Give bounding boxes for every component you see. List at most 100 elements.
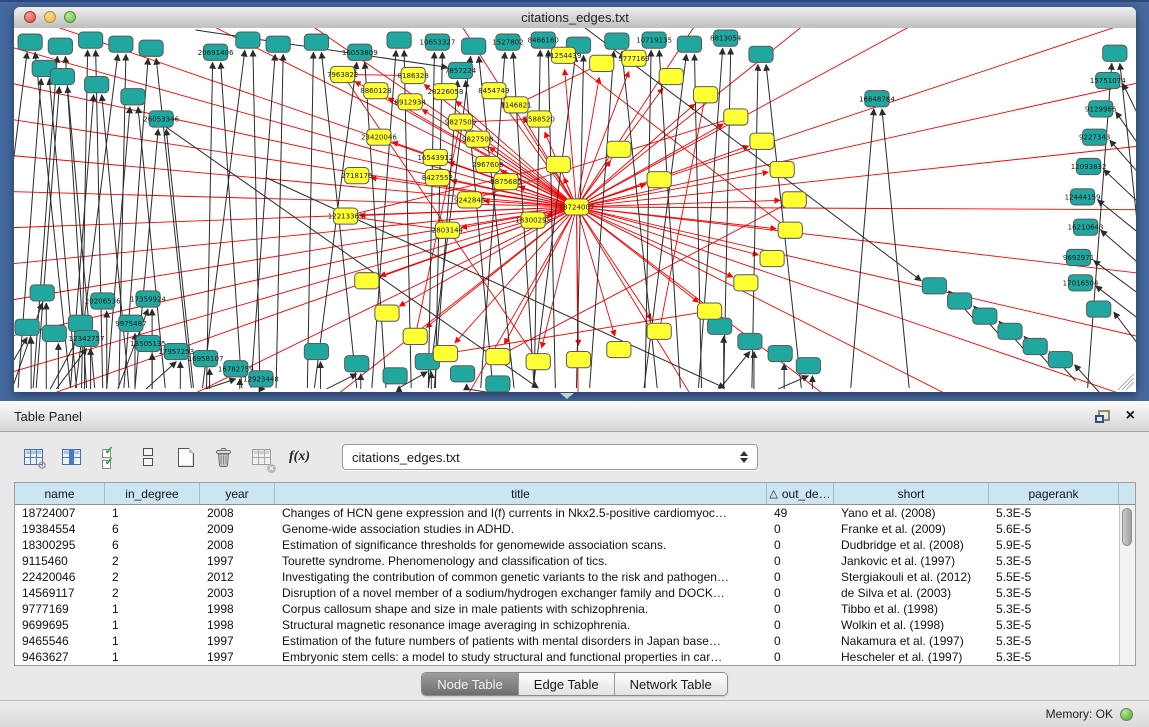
table-cell-title[interactable]: Tourette syndrome. Phenomenology and cla… xyxy=(275,553,767,569)
graph-node[interactable] xyxy=(768,345,792,361)
table-cell-title[interactable]: Changes of HCN gene expression and I(f) … xyxy=(275,505,767,521)
graph-node[interactable] xyxy=(750,133,774,149)
network-view-window[interactable]: citations_edges.txt 20691406160538091065… xyxy=(14,7,1136,392)
column-header-short[interactable]: short xyxy=(834,483,989,504)
graph-node[interactable] xyxy=(42,325,66,341)
graph-node[interactable] xyxy=(526,354,550,370)
table-cell-short[interactable]: Jankovic et al. (1997) xyxy=(834,553,989,569)
graph-edge[interactable] xyxy=(36,87,59,388)
table-cell-year[interactable]: 1998 xyxy=(200,617,275,633)
table-cell-out_degree[interactable]: 0 xyxy=(767,617,834,633)
graph-node[interactable] xyxy=(18,34,42,50)
graph-node[interactable] xyxy=(383,368,407,384)
graph-edge[interactable] xyxy=(577,104,695,207)
graph-node[interactable] xyxy=(1023,338,1047,354)
table-cell-year[interactable]: 2003 xyxy=(200,585,275,601)
graph-node[interactable] xyxy=(922,278,946,294)
graph-node[interactable] xyxy=(433,345,457,361)
graph-edge[interactable] xyxy=(14,207,577,271)
graph-edge[interactable] xyxy=(327,374,357,389)
table-cell-pagerank[interactable]: 5.3E-5 xyxy=(989,617,1119,633)
table-cell-in_degree[interactable]: 2 xyxy=(105,569,200,585)
table-cell-name[interactable]: 9465546 xyxy=(15,633,105,649)
table-cell-short[interactable]: Yano et al. (2008) xyxy=(834,505,989,521)
table-row[interactable]: 1938455462009Genome-wide association stu… xyxy=(15,521,1135,537)
scrollbar-thumb[interactable] xyxy=(1122,508,1132,546)
graph-node[interactable] xyxy=(304,343,328,359)
table-cell-out_degree[interactable]: 0 xyxy=(767,601,834,617)
graph-edge[interactable] xyxy=(1114,312,1136,345)
split-pane-grip[interactable] xyxy=(560,393,574,399)
table-cell-name[interactable]: 9777169 xyxy=(15,601,105,617)
table-cell-pagerank[interactable]: 5.6E-5 xyxy=(989,521,1119,537)
graph-edge[interactable] xyxy=(1104,170,1136,203)
table-cell-pagerank[interactable]: 5.3E-5 xyxy=(989,553,1119,569)
table-cell-in_degree[interactable]: 1 xyxy=(105,505,200,521)
graph-node[interactable] xyxy=(659,68,683,84)
graph-node[interactable] xyxy=(1048,352,1072,368)
table-cell-in_degree[interactable]: 1 xyxy=(105,649,200,665)
table-row[interactable]: 946362711997Embryonic stem cells: a mode… xyxy=(15,649,1135,665)
graph-node[interactable] xyxy=(236,32,260,48)
graph-edge[interactable] xyxy=(428,52,434,388)
table-cell-name[interactable]: 22420046 xyxy=(15,569,105,585)
graph-node[interactable] xyxy=(647,323,671,339)
table-cell-in_degree[interactable]: 1 xyxy=(105,617,200,633)
table-cell-out_degree[interactable]: 0 xyxy=(767,569,834,585)
table-cell-name[interactable]: 18300295 xyxy=(15,537,105,553)
graph-node[interactable] xyxy=(973,308,997,324)
network-graph[interactable]: 2069140616053809106533271527802846616010… xyxy=(14,28,1136,392)
table-cell-short[interactable]: Hescheler et al. (1997) xyxy=(834,649,989,665)
table-vertical-scrollbar[interactable] xyxy=(1119,505,1135,665)
graph-node[interactable] xyxy=(566,352,590,368)
table-cell-in_degree[interactable]: 1 xyxy=(105,633,200,649)
memory-status-indicator[interactable] xyxy=(1120,708,1133,721)
table-cell-out_degree[interactable]: 0 xyxy=(767,537,834,553)
show-columns-button[interactable] xyxy=(58,444,85,471)
graph-edge[interactable] xyxy=(314,62,356,388)
table-row[interactable]: 1830029562008Estimation of significance … xyxy=(15,537,1135,553)
table-cell-year[interactable]: 1997 xyxy=(200,553,275,569)
table-cell-year[interactable]: 2009 xyxy=(200,521,275,537)
graph-edge[interactable] xyxy=(565,69,577,207)
graph-edge[interactable] xyxy=(107,107,130,388)
graph-node[interactable] xyxy=(79,32,103,48)
function-builder-button[interactable]: f(x) xyxy=(286,444,313,471)
table-row[interactable]: 969969511998Structural magnetic resonanc… xyxy=(15,617,1135,633)
table-cell-pagerank[interactable]: 5.9E-5 xyxy=(989,537,1119,553)
graph-node[interactable] xyxy=(749,46,773,62)
graph-node[interactable] xyxy=(85,77,109,93)
graph-node[interactable] xyxy=(1087,301,1111,317)
graph-node[interactable] xyxy=(782,192,806,208)
graph-node[interactable] xyxy=(1103,45,1127,61)
graph-node[interactable] xyxy=(451,366,475,382)
table-cell-title[interactable]: Estimation of significance thresholds fo… xyxy=(275,537,767,553)
table-cell-in_degree[interactable]: 6 xyxy=(105,537,200,553)
table-cell-title[interactable]: Embryonic stem cells: a model to study s… xyxy=(275,649,767,665)
table-cell-short[interactable]: de Silva et al. (2003) xyxy=(834,585,989,601)
graph-edge[interactable] xyxy=(577,207,615,336)
table-cell-in_degree[interactable]: 2 xyxy=(105,553,200,569)
table-cell-out_degree[interactable]: 0 xyxy=(767,585,834,601)
column-header-out_degree[interactable]: △out_de… xyxy=(767,483,834,504)
graph-edge[interactable] xyxy=(1110,140,1136,173)
table-cell-name[interactable]: 14569117 xyxy=(15,585,105,601)
graph-edge[interactable] xyxy=(1101,230,1136,263)
table-cell-title[interactable]: Disruption of a novel member of a sodium… xyxy=(275,585,767,601)
graph-node[interactable] xyxy=(677,36,701,52)
close-window-button[interactable] xyxy=(24,11,36,23)
table-cell-title[interactable]: Genome-wide association studies in ADHD. xyxy=(275,521,767,537)
graph-node[interactable] xyxy=(947,293,971,309)
graph-edge[interactable] xyxy=(516,63,602,104)
create-table-button[interactable] xyxy=(172,444,199,471)
table-row[interactable]: 911546021997Tourette syndrome. Phenomeno… xyxy=(15,553,1135,569)
network-window-titlebar[interactable]: citations_edges.txt xyxy=(14,7,1136,29)
table-cell-title[interactable]: Corpus callosum shape and size in male p… xyxy=(275,601,767,617)
column-header-year[interactable]: year xyxy=(200,483,275,504)
table-cell-year[interactable]: 1998 xyxy=(200,601,275,617)
graph-node[interactable] xyxy=(693,87,717,103)
graph-edge[interactable] xyxy=(14,303,42,389)
close-panel-icon[interactable]: × xyxy=(1126,408,1135,424)
column-header-in_degree[interactable]: in_degree xyxy=(105,483,200,504)
tab-edge-table[interactable]: Edge Table xyxy=(519,673,615,695)
